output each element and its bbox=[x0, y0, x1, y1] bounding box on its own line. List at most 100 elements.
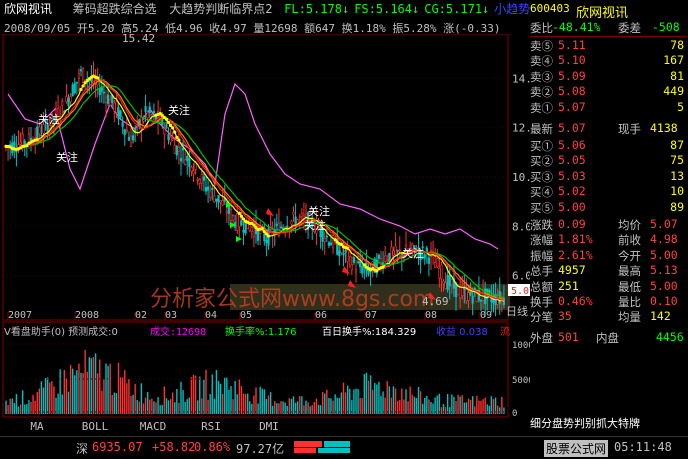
candle-body bbox=[169, 136, 172, 143]
buy-level-label: 买③ bbox=[530, 169, 553, 184]
volume-tick: 50000 bbox=[512, 376, 530, 386]
price-tick: 6.00 bbox=[512, 270, 530, 283]
tab-rsi[interactable]: RSI bbox=[184, 420, 238, 434]
market-breadth-bar bbox=[294, 441, 350, 453]
info-bar: 2008/09/05 开5.20 高5.24 低4.96 收4.97 量1269… bbox=[0, 20, 530, 34]
candle-body bbox=[396, 250, 399, 252]
candle-body bbox=[465, 289, 468, 302]
trend-dot bbox=[173, 130, 177, 134]
stat-value: 4957 bbox=[558, 263, 586, 278]
candle-body bbox=[219, 200, 222, 203]
candle-body bbox=[179, 157, 183, 162]
candle-body bbox=[109, 99, 112, 106]
param-0: FL: bbox=[284, 2, 306, 16]
app-name: 欣网视讯 bbox=[4, 2, 53, 16]
candle-body bbox=[61, 101, 64, 106]
attention-label: 关注 bbox=[168, 103, 190, 117]
volume-tick: 100000 bbox=[512, 341, 530, 351]
inner-label: 内盘 bbox=[596, 331, 619, 345]
sell-level-label: 卖⑤ bbox=[530, 39, 553, 53]
sell-level-label: 卖① bbox=[530, 100, 553, 115]
candle-body bbox=[475, 293, 478, 302]
candle-body bbox=[463, 287, 466, 290]
stat-value: 5.00 bbox=[650, 278, 678, 293]
divider bbox=[530, 36, 686, 37]
site-label: 股票公式网 bbox=[544, 440, 609, 457]
candle-body bbox=[213, 195, 216, 203]
weicha-value: -508 bbox=[652, 20, 680, 34]
buy-volume: 89 bbox=[670, 199, 684, 214]
info-amplitude: 振5.28% bbox=[392, 22, 437, 34]
info-open: 开5.20 bbox=[76, 22, 115, 34]
info-low: 低4.96 bbox=[165, 22, 203, 34]
date-tick: 09 bbox=[480, 310, 492, 321]
buy-volume: 75 bbox=[670, 153, 684, 168]
indicator-params: FL:5.178↓FS:5.164↓CG:5.171↓小趋势:5. bbox=[279, 2, 530, 16]
candle-body bbox=[440, 264, 443, 279]
period-label[interactable]: 日线 bbox=[506, 304, 528, 318]
stat-label: 总额 bbox=[530, 279, 553, 294]
candle-body bbox=[398, 249, 401, 252]
info-amount: 额647 bbox=[304, 22, 335, 34]
stat-value: 1.81% bbox=[558, 232, 593, 247]
trend-dot bbox=[260, 227, 264, 231]
candle-body bbox=[242, 229, 245, 233]
candle-body bbox=[190, 166, 193, 172]
candle-body bbox=[75, 81, 78, 84]
trend-dot bbox=[96, 76, 100, 80]
price-yaxis: 14.00 12.00 10.00 8.00 6.00 bbox=[512, 72, 530, 282]
candle-body bbox=[69, 96, 72, 102]
candle-body bbox=[186, 155, 189, 162]
candle-body bbox=[346, 249, 349, 262]
candle-body bbox=[175, 145, 178, 156]
attention-label: 关注 bbox=[56, 150, 78, 164]
info-change: 涨(-0.33) bbox=[443, 22, 501, 34]
index-name: 深 bbox=[76, 442, 89, 456]
candle-body bbox=[77, 73, 81, 79]
attention-label: 关注 bbox=[308, 204, 330, 218]
price-tick: 14.00 bbox=[512, 72, 530, 85]
candle-body bbox=[498, 290, 501, 304]
candle-body bbox=[140, 117, 143, 128]
candle-body bbox=[390, 246, 393, 260]
buy-volume: 13 bbox=[670, 168, 684, 183]
candle-body bbox=[348, 251, 351, 257]
latest-value: 5.07 bbox=[558, 121, 586, 135]
candle-body bbox=[115, 101, 118, 113]
candle-body bbox=[113, 102, 116, 112]
buy-price: 5.03 bbox=[558, 168, 586, 183]
candle-body bbox=[486, 288, 489, 299]
tab-macd[interactable]: MACD bbox=[126, 420, 180, 434]
candle-body bbox=[448, 275, 451, 287]
candle-body bbox=[356, 261, 360, 264]
trend-dot bbox=[239, 214, 244, 218]
candle-body bbox=[436, 258, 439, 268]
candle-body bbox=[217, 195, 220, 203]
kline-chart[interactable]: 14.0012.0010.008.006.00 2007200802030405… bbox=[0, 34, 530, 418]
buy-price: 5.00 bbox=[558, 199, 586, 214]
candle-body bbox=[290, 220, 293, 225]
weicha-label: 委差 bbox=[618, 21, 641, 35]
stat-label: 今开 bbox=[618, 248, 641, 263]
tab-boll[interactable]: BOLL bbox=[68, 420, 122, 434]
candle-body bbox=[106, 94, 110, 104]
tab-ma[interactable]: MA bbox=[10, 420, 64, 434]
candle-body bbox=[131, 135, 135, 141]
sell-volume: 78 bbox=[670, 38, 684, 52]
param-value-2: 5.171↓ bbox=[445, 2, 490, 16]
current-price-label: 5.07 bbox=[511, 286, 530, 297]
candle-body bbox=[200, 174, 203, 184]
stat-label: 前收 bbox=[618, 233, 641, 248]
candle-body bbox=[117, 107, 120, 120]
formula-name[interactable]: 筹码超跌综合选 bbox=[73, 2, 157, 16]
weibi-label: 委比 bbox=[530, 21, 553, 35]
buy-price: 5.05 bbox=[558, 153, 586, 168]
candle-body bbox=[148, 106, 151, 114]
candle-body bbox=[144, 106, 147, 112]
hundred-turnover: 百日换手%:184.329 bbox=[322, 325, 416, 338]
buy-level-label: 买② bbox=[530, 154, 553, 169]
candle-body bbox=[265, 239, 268, 243]
candle-body bbox=[248, 224, 251, 231]
info-volume: 量12698 bbox=[253, 22, 298, 34]
tab-dmi[interactable]: DMI bbox=[242, 420, 296, 434]
